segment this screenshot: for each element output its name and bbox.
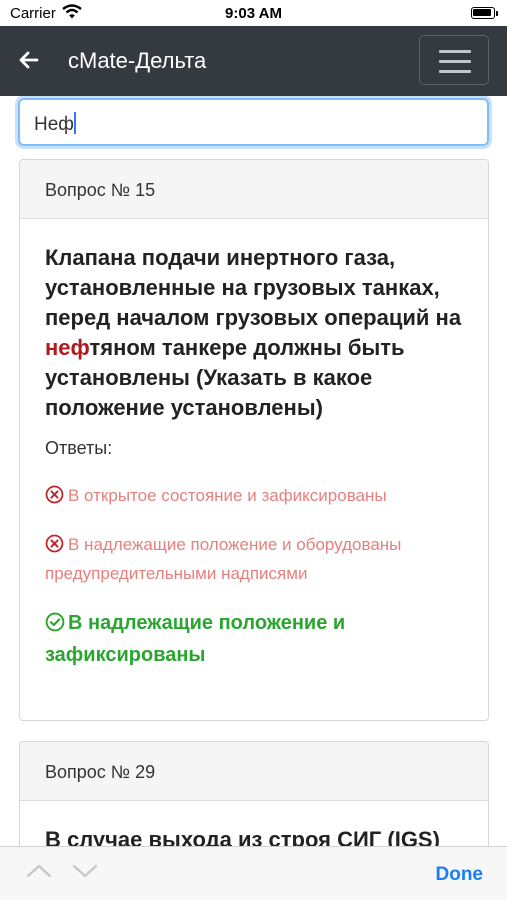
answer-wrong: В надлежащие положение и оборудованы пре… (45, 530, 463, 588)
text-caret (73, 112, 76, 134)
hamburger-menu-button[interactable] (419, 35, 489, 85)
hamburger-line (439, 50, 471, 53)
battery-tip (496, 11, 498, 16)
answer-text: В открытое состояние и зафиксированы (68, 486, 387, 505)
answer-wrong: В открытое состояние и зафиксированы (45, 481, 463, 510)
hamburger-line (439, 60, 471, 63)
battery-icon (471, 7, 495, 19)
done-button[interactable]: Done (436, 864, 484, 886)
question-text: Клапана подачи инертного газа, установле… (45, 243, 463, 423)
status-time: 9:03 AM (225, 5, 282, 22)
question-card: Вопрос № 15 Клапана подачи инертного газ… (19, 159, 489, 721)
answer-correct: В надлежащие положение и зафиксированы (45, 607, 463, 671)
question-body: В случае выхода из строя СИГ (IGS) (20, 801, 488, 846)
question-text-part: Клапана подачи инертного газа, установле… (45, 245, 462, 330)
navbar: cMate-Дельта (0, 26, 507, 96)
chevron-down-icon[interactable] (72, 862, 98, 880)
keyboard-toolbar: Done (0, 846, 507, 900)
main-content: Неф Вопрос № 15 Клапана подачи инертного… (0, 96, 507, 846)
check-circle-icon (45, 610, 65, 632)
answer-text: В надлежащие положение и зафиксированы (45, 612, 346, 666)
question-card: Вопрос № 29 В случае выхода из строя СИГ… (19, 741, 489, 846)
x-circle-icon (45, 533, 64, 553)
question-body: Клапана подачи инертного газа, установле… (20, 219, 488, 695)
chevron-up-icon[interactable] (26, 862, 52, 880)
app-title: cMate-Дельта (68, 48, 207, 73)
x-circle-icon (45, 484, 64, 504)
back-arrow-icon[interactable] (16, 47, 42, 73)
question-number: Вопрос № 29 (20, 742, 488, 801)
question-number: Вопрос № 15 (20, 160, 488, 219)
hamburger-line (439, 70, 471, 73)
question-text-part: тяном танкере должны быть установлены (У… (45, 335, 405, 420)
search-input-value: Неф (34, 114, 74, 135)
status-bar: Carrier 9:03 AM (0, 0, 507, 26)
answers-label: Ответы: (45, 438, 113, 458)
answer-text: В надлежащие положение и оборудованы пре… (45, 535, 402, 583)
search-highlight: неф (45, 335, 90, 360)
question-text: В случае выхода из строя СИГ (IGS) (45, 827, 440, 846)
search-input[interactable]: Неф (18, 98, 489, 146)
